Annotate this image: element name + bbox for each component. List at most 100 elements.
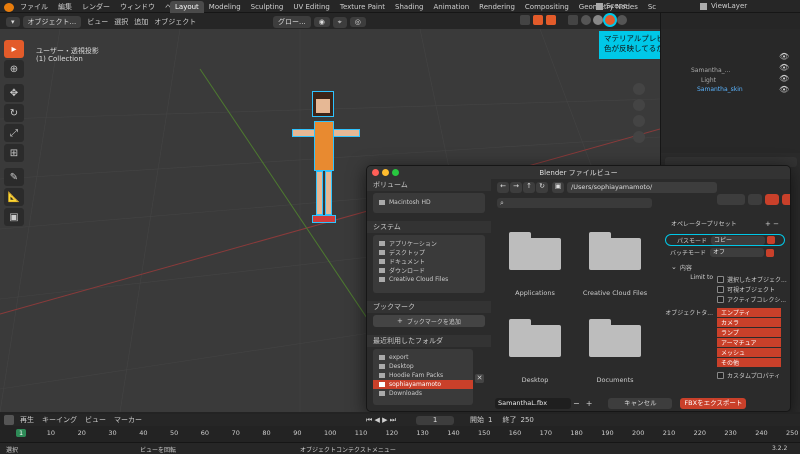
close-window-icon[interactable]	[372, 169, 379, 176]
new-folder-button[interactable]: ▣	[552, 182, 564, 193]
system-header[interactable]: システム	[367, 221, 491, 233]
tab-shading[interactable]: Shading	[390, 1, 428, 13]
sort-button[interactable]	[748, 194, 762, 205]
recent-item-selected[interactable]: sophiayamamoto	[373, 380, 473, 389]
object-type-mesh[interactable]: メッシュ	[717, 348, 781, 357]
custom-props-checkbox[interactable]: カスタムプロパティ	[717, 370, 789, 380]
zoom-window-icon[interactable]	[392, 169, 399, 176]
object-type-camera[interactable]: カメラ	[717, 318, 781, 327]
current-frame-field[interactable]: 1	[416, 415, 455, 425]
forward-button[interactable]: →	[510, 182, 522, 193]
add-bookmark-button[interactable]: + ブックマークを追加	[373, 315, 485, 327]
limit-visible-checkbox[interactable]: 可視オブジェクト	[717, 284, 787, 294]
minimize-window-icon[interactable]	[382, 169, 389, 176]
gizmo-icon[interactable]	[533, 15, 543, 25]
wireframe-shading-icon[interactable]	[581, 15, 591, 25]
limit-selected-checkbox[interactable]: 選択したオブジェク...	[717, 274, 787, 284]
volumes-header[interactable]: ボリューム	[367, 179, 491, 191]
include-section-header[interactable]: ⌄ 内容	[665, 262, 789, 272]
menu-keying[interactable]: キーイング	[42, 415, 77, 425]
camera-icon[interactable]	[633, 115, 645, 127]
volume-item[interactable]: Macintosh HD	[373, 198, 485, 207]
editor-type-button[interactable]: ▾	[6, 17, 20, 27]
recent-item[interactable]: Desktop	[373, 362, 473, 371]
remove-recent-button[interactable]: ✕	[475, 374, 484, 383]
tab-modeling[interactable]: Modeling	[204, 1, 246, 13]
settings-gear-icon[interactable]	[782, 194, 790, 205]
tab-compositing[interactable]: Compositing	[520, 1, 574, 13]
recent-item[interactable]: export	[373, 353, 473, 362]
menu-playback[interactable]: 再生	[20, 415, 34, 425]
menu-window[interactable]: ウィンドウ	[120, 2, 155, 12]
decrement-button[interactable]: −	[573, 399, 580, 408]
pivot-button[interactable]: ◉	[313, 17, 330, 27]
menu-view[interactable]: ビュー	[87, 17, 108, 27]
outliner-item-selected[interactable]: Samantha_skin	[697, 86, 743, 93]
system-item[interactable]: ダウンロード	[373, 266, 485, 275]
mode-selector[interactable]: オブジェクト...	[22, 16, 82, 28]
xray-icon[interactable]	[568, 15, 578, 25]
recent-item[interactable]: Hoodie Fam Packs	[373, 371, 473, 380]
tab-texture-paint[interactable]: Texture Paint	[335, 1, 390, 13]
system-item[interactable]: アプリケーション	[373, 239, 485, 248]
folder-icon[interactable]	[589, 319, 641, 357]
batch-own-dir-icon[interactable]	[766, 248, 774, 257]
move-tool[interactable]: ✥	[4, 84, 24, 102]
material-preview-icon[interactable]	[605, 15, 615, 25]
visibility-eye-icons[interactable]: 👁 👁 👁 👁	[779, 51, 789, 95]
path-mode-dropdown[interactable]: コピー	[711, 235, 765, 245]
folder-icon[interactable]	[589, 232, 641, 270]
system-item[interactable]: Creative Cloud Files	[373, 275, 485, 284]
blender-logo-icon[interactable]	[4, 2, 14, 12]
frame-ruler[interactable]: 1 10 20 30 40 50 60 70 80 90 100 110 120 130 140 150 160…	[16, 428, 798, 440]
transform-tool[interactable]: ⊞	[4, 144, 24, 162]
rendered-shading-icon[interactable]	[617, 15, 627, 25]
menu-timeline-view[interactable]: ビュー	[85, 415, 106, 425]
annotate-tool[interactable]: ✎	[4, 168, 24, 186]
object-type-armature[interactable]: アーマチュア	[717, 338, 781, 347]
filter-icon[interactable]	[765, 194, 779, 205]
menu-file[interactable]: ファイル	[20, 2, 48, 12]
add-preset-icon[interactable]: + −	[765, 220, 779, 228]
zoom-icon[interactable]	[633, 83, 645, 95]
refresh-button[interactable]: ↻	[536, 182, 548, 193]
orientation-selector[interactable]: グロー...	[273, 16, 311, 28]
pan-icon[interactable]	[633, 99, 645, 111]
outliner-item[interactable]: Samantha_...	[691, 67, 730, 74]
limit-active-collection-checkbox[interactable]: アクティブコレクシ...	[717, 294, 787, 304]
tab-sculpting[interactable]: Sculpting	[246, 1, 289, 13]
increment-button[interactable]: +	[586, 399, 593, 408]
cancel-button[interactable]: キャンセル	[608, 397, 673, 409]
timeline-editor-icon[interactable]	[4, 415, 14, 425]
display-mode-button[interactable]	[717, 194, 745, 205]
folder-icon[interactable]	[509, 319, 561, 357]
menu-edit[interactable]: 編集	[58, 2, 72, 12]
tab-animation[interactable]: Animation	[428, 1, 474, 13]
grid-icon[interactable]	[633, 131, 645, 143]
scale-tool[interactable]: ⤢	[4, 124, 24, 142]
snap-button[interactable]: ⌖	[332, 16, 347, 28]
menu-add[interactable]: 追加	[134, 17, 148, 27]
export-fbx-button[interactable]: FBXをエクスポート	[680, 397, 747, 409]
system-item[interactable]: ドキュメント	[373, 257, 485, 266]
character-model[interactable]	[292, 91, 360, 251]
solid-shading-icon[interactable]	[593, 15, 603, 25]
proportional-button[interactable]: ◎	[349, 17, 366, 27]
outliner-item[interactable]: Light	[701, 77, 716, 84]
menu-marker[interactable]: マーカー	[114, 415, 142, 425]
filename-input[interactable]: SamanthaL.fbx	[495, 397, 571, 409]
menu-select[interactable]: 選択	[114, 17, 128, 27]
tab-scripting[interactable]: Sc	[643, 1, 661, 13]
folder-icon[interactable]	[509, 232, 561, 270]
recent-header[interactable]: 最近利用したフォルダ	[367, 335, 491, 347]
rotate-tool[interactable]: ↻	[4, 104, 24, 122]
cursor-tool[interactable]: ⊕	[4, 60, 24, 78]
scene-selector[interactable]: Scene	[596, 2, 627, 10]
parent-dir-button[interactable]: ↑	[523, 182, 535, 193]
bookmarks-header[interactable]: ブックマーク	[367, 301, 491, 313]
playback-controls[interactable]: ⏮ ◀ ▶ ⏭	[366, 416, 396, 425]
view-layer-selector[interactable]: ViewLayer	[700, 2, 747, 10]
embed-textures-icon[interactable]	[767, 236, 775, 244]
operator-presets-row[interactable]: オペレータープリセット + −	[665, 218, 789, 229]
back-button[interactable]: ←	[497, 182, 509, 193]
